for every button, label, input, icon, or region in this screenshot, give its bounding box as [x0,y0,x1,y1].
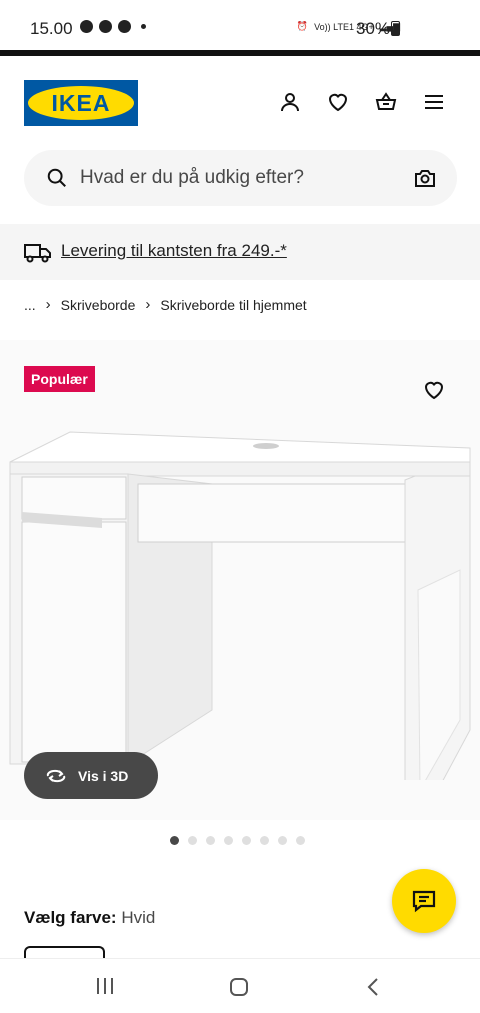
color-select: Vælg farve: Hvid [24,908,155,928]
popular-badge: Populær [24,366,95,392]
carousel-dot[interactable] [206,836,215,845]
search-input[interactable]: Hvad er du på udkig efter? [80,167,304,189]
notification-icons [80,20,146,33]
breadcrumb: ... › Skriveborde › Skriveborde til hjem… [24,296,307,313]
color-value: Hvid [121,908,156,927]
back-icon[interactable] [366,977,380,997]
battery-icon [391,21,400,36]
messenger-icon [99,20,112,33]
messenger-icon [118,20,131,33]
site-header: IKEA [0,56,480,148]
carousel-dot[interactable] [188,836,197,845]
carousel-dot[interactable] [242,836,251,845]
status-time: 15.00 [30,19,73,38]
home-icon[interactable] [229,977,249,997]
carousel-indicator [170,836,305,845]
carousel-dot[interactable] [224,836,233,845]
recent-apps-icon[interactable] [95,977,115,995]
logo-oval: IKEA [28,86,134,120]
account-icon[interactable] [278,90,302,114]
breadcrumb-item[interactable]: Skriveborde til hjemmet [160,297,306,313]
camera-icon[interactable] [413,166,437,190]
header-icons [278,90,446,114]
color-label: Vælg farve: [24,908,117,927]
chevron-right-icon: › [45,296,51,313]
ikea-logo[interactable]: IKEA [24,80,138,126]
heart-icon[interactable] [326,90,350,114]
notification-icon [80,20,93,33]
product-image [9,431,471,780]
search-bar[interactable]: Hvad er du på udkig efter? [24,150,457,206]
carousel-dot[interactable] [260,836,269,845]
logo-text: IKEA [51,89,111,116]
rotate-3d-icon [46,769,66,782]
menu-icon[interactable] [422,90,446,114]
system-nav-bar [0,958,480,1013]
search-icon [47,168,66,187]
favorite-icon[interactable] [422,378,446,402]
more-notifications-icon [141,24,146,29]
delivery-link[interactable]: Levering til kantsten fra 249.-* [61,241,287,261]
carousel-dot[interactable] [278,836,287,845]
product-image-carousel[interactable]: Populær Vis i 3D [0,340,480,820]
alarm-icon: ⏰ [296,21,309,31]
breadcrumb-item[interactable]: Skriveborde [61,297,136,313]
view-3d-button[interactable]: Vis i 3D [24,752,158,799]
view-3d-label: Vis i 3D [78,767,129,784]
basket-icon[interactable] [374,90,398,114]
truck-icon [24,244,51,263]
chat-icon [412,890,436,913]
breadcrumb-item[interactable]: ... [24,297,36,313]
delivery-banner[interactable]: Levering til kantsten fra 249.-* [0,224,480,280]
chevron-right-icon: › [145,296,151,313]
carousel-dot[interactable] [170,836,179,845]
chat-button[interactable] [392,869,456,933]
status-bar: 15.00 ⏰ Vo)) LTE1 4G+ ▂▄▆ 30% [0,0,480,50]
battery-level: 30% [356,19,391,38]
carousel-dot[interactable] [296,836,305,845]
